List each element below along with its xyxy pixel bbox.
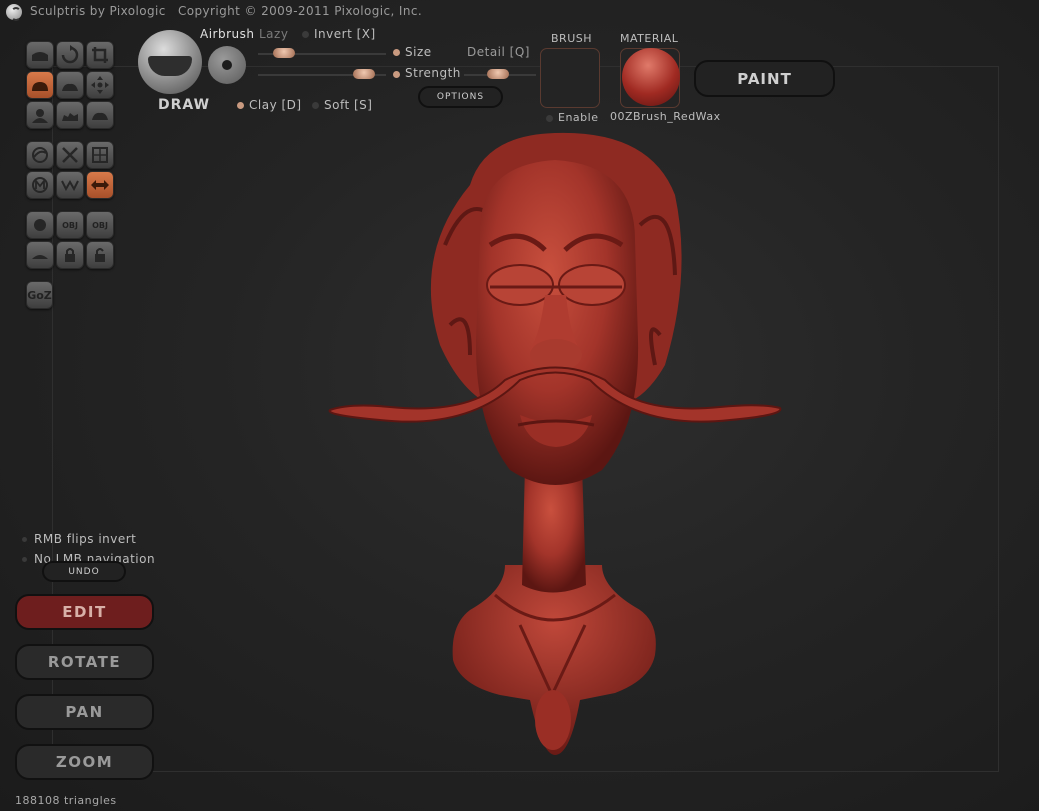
wireframe-button[interactable] [86, 141, 114, 169]
mask-icon [32, 177, 48, 193]
lazy-label[interactable]: Lazy [259, 27, 288, 41]
unlock-icon [95, 248, 105, 262]
brush-preview-icon[interactable] [138, 30, 202, 94]
size-label: Size [405, 45, 432, 59]
inflate-tool-button[interactable] [26, 71, 54, 99]
brush-enable-label[interactable]: Enable [558, 111, 598, 124]
import-obj-button[interactable]: OBJ [56, 211, 84, 239]
clay-label[interactable]: Clay [D] [249, 98, 302, 112]
draw-icon [32, 52, 48, 61]
crease-tool-button[interactable] [86, 101, 114, 129]
clay-toggle[interactable] [237, 102, 244, 109]
pan-mode-button[interactable]: PAN [15, 694, 154, 730]
left-right-arrows-icon [91, 180, 109, 190]
size-dot [393, 49, 400, 56]
save-button[interactable] [86, 241, 114, 269]
triangle-count: 188108 triangles [15, 794, 117, 807]
options-button[interactable]: OPTIONS [418, 86, 503, 108]
soft-toggle[interactable] [312, 102, 319, 109]
size-slider-knob[interactable] [273, 48, 295, 58]
sculptris-logo-icon [6, 4, 22, 21]
brush-texture-slot[interactable] [540, 48, 600, 108]
sphere-icon [34, 219, 46, 231]
lock-icon [65, 248, 75, 262]
export-obj-button[interactable]: OBJ [86, 211, 114, 239]
smooth-icon [62, 113, 78, 121]
strength-label: Strength [405, 66, 461, 80]
plane-icon [32, 255, 48, 259]
new-plane-button[interactable] [26, 241, 54, 269]
detail-slider-knob[interactable] [487, 69, 509, 79]
goz-button[interactable]: GoZ [26, 281, 53, 309]
rmb-flips-toggle[interactable] [22, 537, 27, 542]
mask-button[interactable] [26, 171, 54, 199]
crop-tool-button[interactable] [86, 41, 114, 69]
obj-export-icon: OBJ [92, 220, 108, 230]
brush-enable-toggle[interactable] [546, 115, 553, 122]
wave-button[interactable] [56, 171, 84, 199]
pinch-icon [32, 109, 48, 123]
undo-button[interactable]: UNDO [42, 561, 126, 582]
paint-button[interactable]: PAINT [694, 60, 835, 97]
airbrush-label[interactable]: Airbrush [200, 27, 255, 41]
grid-icon [92, 147, 108, 163]
pinch-tool-button[interactable] [26, 101, 54, 129]
invert-toggle[interactable] [302, 31, 309, 38]
edit-mode-button[interactable]: EDIT [15, 594, 154, 630]
obj-import-icon: OBJ [62, 220, 78, 230]
brush-header: BRUSH [551, 32, 592, 45]
airbrush-icon[interactable] [208, 46, 246, 84]
material-header: MATERIAL [620, 32, 679, 45]
grab-tool-button[interactable] [86, 71, 114, 99]
strength-slider-knob[interactable] [353, 69, 375, 79]
horizontal-mirror-button[interactable] [86, 171, 114, 199]
new-sphere-button[interactable] [26, 211, 54, 239]
material-name: 00ZBrush_RedWax [610, 110, 721, 123]
flatten-tool-button[interactable] [56, 71, 84, 99]
invert-label[interactable]: Invert [X] [314, 27, 376, 41]
open-button[interactable] [56, 241, 84, 269]
inflate-icon [32, 82, 48, 91]
material-sphere-icon[interactable] [622, 48, 680, 106]
sculpt-model[interactable] [320, 125, 790, 765]
move-arrows-icon [91, 76, 109, 94]
crease-icon [92, 112, 108, 120]
detail-label: Detail [Q] [467, 45, 530, 59]
symmetry-icon [32, 147, 48, 163]
rmb-flips-label[interactable]: RMB flips invert [34, 532, 136, 546]
lmb-navigation-toggle[interactable] [22, 557, 27, 562]
soft-label[interactable]: Soft [S] [324, 98, 372, 112]
rotate-mode-button[interactable]: ROTATE [15, 644, 154, 680]
copyright-text: Copyright © 2009-2011 Pixologic, Inc. [178, 4, 423, 18]
zoom-mode-button[interactable]: ZOOM [15, 744, 154, 780]
no-symmetry-button[interactable] [56, 141, 84, 169]
crop-icon [92, 47, 108, 63]
cross-icon [62, 147, 78, 163]
flatten-icon [62, 83, 78, 91]
rotate-icon [61, 45, 79, 64]
draw-tool-button[interactable] [26, 41, 54, 69]
goz-label: GoZ [27, 288, 52, 302]
brush-name: DRAW [158, 97, 211, 113]
smooth-tool-button[interactable] [56, 101, 84, 129]
app-title: Sculptris by Pixologic [30, 4, 166, 18]
rotate-tool-button[interactable] [56, 41, 84, 69]
symmetry-button[interactable] [26, 141, 54, 169]
strength-dot [393, 71, 400, 78]
wave-icon [61, 179, 79, 192]
